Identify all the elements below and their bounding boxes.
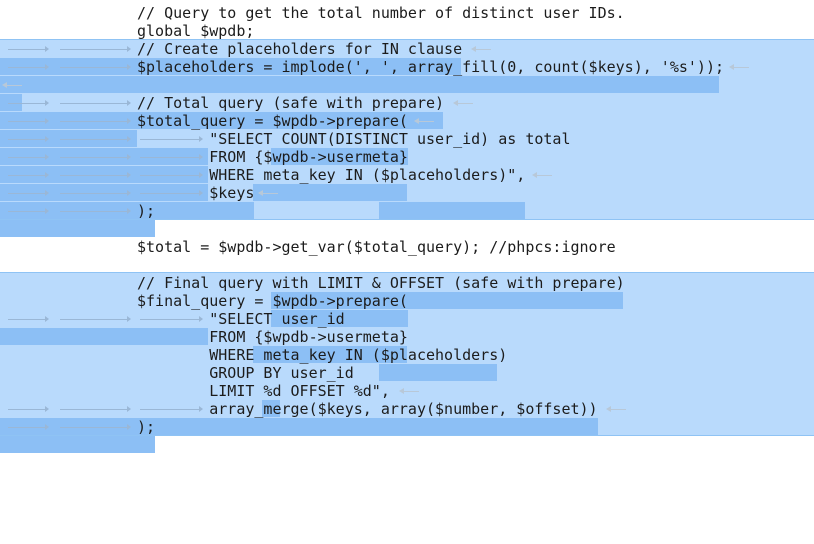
tab-marker-icon: [60, 100, 131, 106]
code-line-1[interactable]: // Query to get the total number of dist…: [0, 4, 814, 22]
code-line-5[interactable]: [0, 76, 814, 111]
line-break-marker-icon: [471, 45, 491, 53]
tab-marker-icon: [8, 46, 49, 52]
code-line-text: // Total query (safe with prepare): [137, 94, 445, 112]
code-line-2[interactable]: global $wpdb;: [0, 22, 814, 40]
tab-marker-icon: [8, 208, 49, 214]
code-line-text: $placeholders = implode(', ', array_fill…: [137, 58, 724, 76]
tab-marker-icon: [60, 424, 131, 430]
tab-marker-icon: [8, 406, 49, 412]
tab-marker-icon: [8, 154, 49, 160]
code-line-9[interactable]: FROM {$wpdb->usermeta}: [0, 148, 814, 201]
selection-highlight: [0, 436, 155, 453]
code-line-text: );: [137, 202, 156, 220]
code-line-19[interactable]: GROUP BY user_id: [0, 364, 814, 382]
code-line-11[interactable]: $keys: [0, 184, 814, 219]
code-line-text: FROM {$wpdb->usermeta}: [137, 148, 408, 166]
code-line-22[interactable]: );: [0, 418, 814, 453]
code-line-3[interactable]: // Create placeholders for IN clause: [0, 40, 814, 75]
tab-marker-icon: [60, 172, 131, 178]
tab-marker-icon: [60, 46, 131, 52]
tab-marker-icon: [8, 118, 49, 124]
line-break-marker-icon: [258, 189, 278, 197]
code-line-text: $final_query = $wpdb->prepare(: [137, 292, 408, 310]
code-line-16[interactable]: "SELECT user_id: [0, 310, 814, 345]
tab-marker-icon: [60, 64, 131, 70]
code-line-21[interactable]: array_merge($keys, array($number, $offse…: [0, 400, 814, 435]
tab-marker-icon: [60, 136, 131, 142]
tab-marker-icon: [8, 136, 49, 142]
code-line-text: WHERE meta_key IN ($placeholders): [137, 346, 508, 364]
line-break-marker-icon: [453, 99, 473, 107]
tab-marker-icon: [60, 406, 131, 412]
tab-marker-icon: [8, 64, 49, 70]
code-line-6[interactable]: // Total query (safe with prepare): [0, 94, 814, 129]
tab-marker-icon: [60, 154, 131, 160]
code-line-text: // Final query with LIMIT & OFFSET (safe…: [137, 274, 625, 292]
line-break-marker-icon: [399, 387, 419, 395]
code-line-8[interactable]: "SELECT COUNT(DISTINCT user_id) as total: [0, 130, 814, 165]
tab-marker-icon: [8, 100, 49, 106]
tab-marker-icon: [60, 118, 131, 124]
code-line-18[interactable]: WHERE meta_key IN ($placeholders): [0, 346, 814, 381]
code-line-text: LIMIT %d OFFSET %d",: [137, 382, 390, 400]
code-line-text: "SELECT COUNT(DISTINCT user_id) as total: [137, 130, 571, 148]
code-line-15[interactable]: $final_query = $wpdb->prepare(: [0, 292, 814, 327]
code-line-7[interactable]: $total_query = $wpdb->prepare(: [0, 112, 814, 165]
tab-marker-icon: [8, 190, 49, 196]
code-line-12[interactable]: );: [0, 202, 814, 237]
code-line-text: $total_query = $wpdb->prepare(: [137, 112, 408, 130]
code-line-text: global $wpdb;: [137, 22, 255, 40]
tab-marker-icon: [60, 208, 131, 214]
tab-marker-icon: [60, 316, 131, 322]
line-break-marker-icon: [729, 63, 749, 71]
tab-marker-icon: [8, 316, 49, 322]
code-line-text: );: [137, 418, 156, 436]
code-line-text: "SELECT user_id: [137, 310, 345, 328]
code-line-10[interactable]: WHERE meta_key IN ($placeholders)",: [0, 166, 814, 219]
selection-highlight: [0, 220, 155, 237]
code-line-4[interactable]: $placeholders = implode(', ', array_fill…: [0, 58, 814, 93]
tab-marker-icon: [8, 172, 49, 178]
code-line-text: $keys: [137, 184, 255, 202]
code-line-13[interactable]: $total = $wpdb->get_var($total_query); /…: [0, 238, 814, 256]
line-break-marker-icon: [532, 171, 552, 179]
code-line-text: // Query to get the total number of dist…: [137, 4, 625, 22]
code-line-14[interactable]: // Final query with LIMIT & OFFSET (safe…: [0, 274, 814, 309]
code-line-text: FROM {$wpdb->usermeta}: [137, 328, 408, 346]
code-line-text: array_merge($keys, array($number, $offse…: [137, 400, 598, 418]
tab-marker-icon: [60, 190, 131, 196]
code-line-text: $total = $wpdb->get_var($total_query); /…: [137, 238, 616, 256]
line-break-marker-icon: [606, 405, 626, 413]
tab-marker-icon: [8, 424, 49, 430]
code-line-text: // Create placeholders for IN clause: [137, 40, 463, 58]
line-break-marker-icon: [414, 117, 434, 125]
code-line-17[interactable]: FROM {$wpdb->usermeta}: [0, 328, 814, 363]
line-break-marker-icon: [2, 81, 22, 89]
code-line-text: WHERE meta_key IN ($placeholders)",: [137, 166, 526, 184]
code-line-20[interactable]: LIMIT %d OFFSET %d",: [0, 382, 814, 435]
code-line-text: GROUP BY user_id: [137, 364, 354, 382]
